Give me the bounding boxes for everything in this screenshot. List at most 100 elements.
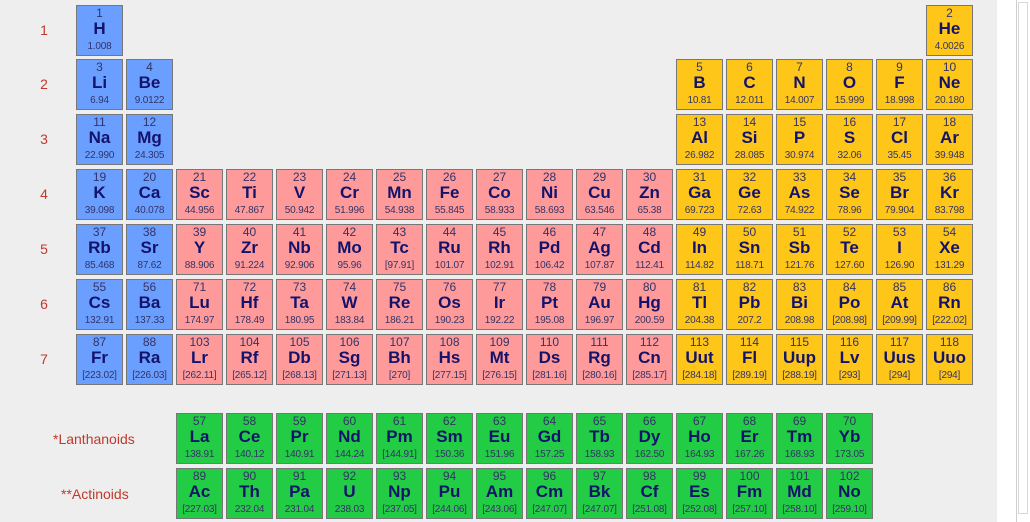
element-cell-ra[interactable]: 88 Ra [226.03] bbox=[126, 334, 173, 385]
element-cell-uut[interactable]: 113 Uut [284.18] bbox=[676, 334, 723, 385]
element-cell-u[interactable]: 92 U 238.03 bbox=[326, 468, 373, 519]
element-cell-f[interactable]: 9 F 18.998 bbox=[876, 59, 923, 110]
element-cell-bh[interactable]: 107 Bh [270] bbox=[376, 334, 423, 385]
element-cell-gd[interactable]: 64 Gd 157.25 bbox=[526, 413, 573, 464]
element-cell-cu[interactable]: 29 Cu 63.546 bbox=[576, 169, 623, 220]
element-cell-bi[interactable]: 83 Bi 208.98 bbox=[776, 279, 823, 330]
element-cell-lr[interactable]: 103 Lr [262.11] bbox=[176, 334, 223, 385]
element-cell-co[interactable]: 27 Co 58.933 bbox=[476, 169, 523, 220]
element-cell-ho[interactable]: 67 Ho 164.93 bbox=[676, 413, 723, 464]
element-cell-lu[interactable]: 71 Lu 174.97 bbox=[176, 279, 223, 330]
element-cell-br[interactable]: 35 Br 79.904 bbox=[876, 169, 923, 220]
element-cell-bk[interactable]: 97 Bk [247.07] bbox=[576, 468, 623, 519]
element-cell-as[interactable]: 33 As 74.922 bbox=[776, 169, 823, 220]
element-cell-cr[interactable]: 24 Cr 51.996 bbox=[326, 169, 373, 220]
element-cell-pu[interactable]: 94 Pu [244.06] bbox=[426, 468, 473, 519]
element-cell-cl[interactable]: 17 Cl 35.45 bbox=[876, 114, 923, 165]
element-cell-ga[interactable]: 31 Ga 69.723 bbox=[676, 169, 723, 220]
element-cell-hf[interactable]: 72 Hf 178.49 bbox=[226, 279, 273, 330]
element-cell-ni[interactable]: 28 Ni 58.693 bbox=[526, 169, 573, 220]
element-cell-pt[interactable]: 78 Pt 195.08 bbox=[526, 279, 573, 330]
element-cell-y[interactable]: 39 Y 88.906 bbox=[176, 224, 223, 275]
element-cell-fm[interactable]: 100 Fm [257.10] bbox=[726, 468, 773, 519]
element-cell-lv[interactable]: 116 Lv [293] bbox=[826, 334, 873, 385]
element-cell-os[interactable]: 76 Os 190.23 bbox=[426, 279, 473, 330]
element-cell-tb[interactable]: 65 Tb 158.93 bbox=[576, 413, 623, 464]
element-cell-ag[interactable]: 47 Ag 107.87 bbox=[576, 224, 623, 275]
element-cell-xe[interactable]: 54 Xe 131.29 bbox=[926, 224, 973, 275]
element-cell-ne[interactable]: 10 Ne 20.180 bbox=[926, 59, 973, 110]
element-cell-cn[interactable]: 112 Cn [285.17] bbox=[626, 334, 673, 385]
element-cell-pa[interactable]: 91 Pa 231.04 bbox=[276, 468, 323, 519]
element-cell-es[interactable]: 99 Es [252.08] bbox=[676, 468, 723, 519]
element-cell-er[interactable]: 68 Er 167.26 bbox=[726, 413, 773, 464]
element-cell-uus[interactable]: 117 Uus [294] bbox=[876, 334, 923, 385]
element-cell-tl[interactable]: 81 Tl 204.38 bbox=[676, 279, 723, 330]
element-cell-fr[interactable]: 87 Fr [223.02] bbox=[76, 334, 123, 385]
element-cell-cm[interactable]: 96 Cm [247.07] bbox=[526, 468, 573, 519]
element-cell-uuo[interactable]: 118 Uuo [294] bbox=[926, 334, 973, 385]
element-cell-sb[interactable]: 51 Sb 121.76 bbox=[776, 224, 823, 275]
element-cell-am[interactable]: 95 Am [243.06] bbox=[476, 468, 523, 519]
element-cell-ir[interactable]: 77 Ir 192.22 bbox=[476, 279, 523, 330]
element-cell-fe[interactable]: 26 Fe 55.845 bbox=[426, 169, 473, 220]
element-cell-n[interactable]: 7 N 14.007 bbox=[776, 59, 823, 110]
element-cell-ti[interactable]: 22 Ti 47.867 bbox=[226, 169, 273, 220]
element-cell-pr[interactable]: 59 Pr 140.91 bbox=[276, 413, 323, 464]
element-cell-tc[interactable]: 43 Tc [97.91] bbox=[376, 224, 423, 275]
element-cell-yb[interactable]: 70 Yb 173.05 bbox=[826, 413, 873, 464]
element-cell-rf[interactable]: 104 Rf [265.12] bbox=[226, 334, 273, 385]
element-cell-ge[interactable]: 32 Ge 72.63 bbox=[726, 169, 773, 220]
element-cell-pd[interactable]: 46 Pd 106.42 bbox=[526, 224, 573, 275]
element-cell-db[interactable]: 105 Db [268.13] bbox=[276, 334, 323, 385]
element-cell-k[interactable]: 19 K 39.098 bbox=[76, 169, 123, 220]
element-cell-ta[interactable]: 73 Ta 180.95 bbox=[276, 279, 323, 330]
element-cell-eu[interactable]: 63 Eu 151.96 bbox=[476, 413, 523, 464]
element-cell-i[interactable]: 53 I 126.90 bbox=[876, 224, 923, 275]
element-cell-ce[interactable]: 58 Ce 140.12 bbox=[226, 413, 273, 464]
element-cell-mt[interactable]: 109 Mt [276.15] bbox=[476, 334, 523, 385]
element-cell-ds[interactable]: 110 Ds [281.16] bbox=[526, 334, 573, 385]
element-cell-b[interactable]: 5 B 10.81 bbox=[676, 59, 723, 110]
element-cell-h[interactable]: 1 H 1.008 bbox=[76, 5, 123, 56]
element-cell-ar[interactable]: 18 Ar 39.948 bbox=[926, 114, 973, 165]
element-cell-dy[interactable]: 66 Dy 162.50 bbox=[626, 413, 673, 464]
element-cell-he[interactable]: 2 He 4.0026 bbox=[926, 5, 973, 56]
element-cell-la[interactable]: 57 La 138.91 bbox=[176, 413, 223, 464]
element-cell-v[interactable]: 23 V 50.942 bbox=[276, 169, 323, 220]
element-cell-c[interactable]: 6 C 12.011 bbox=[726, 59, 773, 110]
element-cell-w[interactable]: 74 W 183.84 bbox=[326, 279, 373, 330]
element-cell-sm[interactable]: 62 Sm 150.36 bbox=[426, 413, 473, 464]
element-cell-zn[interactable]: 30 Zn 65.38 bbox=[626, 169, 673, 220]
element-cell-pm[interactable]: 61 Pm [144.91] bbox=[376, 413, 423, 464]
element-cell-pb[interactable]: 82 Pb 207.2 bbox=[726, 279, 773, 330]
element-cell-th[interactable]: 90 Th 232.04 bbox=[226, 468, 273, 519]
element-cell-tm[interactable]: 69 Tm 168.93 bbox=[776, 413, 823, 464]
element-cell-nb[interactable]: 41 Nb 92.906 bbox=[276, 224, 323, 275]
element-cell-po[interactable]: 84 Po [208.98] bbox=[826, 279, 873, 330]
element-cell-in[interactable]: 49 In 114.82 bbox=[676, 224, 723, 275]
element-cell-cf[interactable]: 98 Cf [251.08] bbox=[626, 468, 673, 519]
element-cell-hs[interactable]: 108 Hs [277.15] bbox=[426, 334, 473, 385]
element-cell-kr[interactable]: 36 Kr 83.798 bbox=[926, 169, 973, 220]
element-cell-p[interactable]: 15 P 30.974 bbox=[776, 114, 823, 165]
element-cell-uup[interactable]: 115 Uup [288.19] bbox=[776, 334, 823, 385]
element-cell-o[interactable]: 8 O 15.999 bbox=[826, 59, 873, 110]
element-cell-rg[interactable]: 111 Rg [280.16] bbox=[576, 334, 623, 385]
element-cell-sc[interactable]: 21 Sc 44.956 bbox=[176, 169, 223, 220]
element-cell-ac[interactable]: 89 Ac [227.03] bbox=[176, 468, 223, 519]
element-cell-si[interactable]: 14 Si 28.085 bbox=[726, 114, 773, 165]
element-cell-li[interactable]: 3 Li 6.94 bbox=[76, 59, 123, 110]
element-cell-sg[interactable]: 106 Sg [271.13] bbox=[326, 334, 373, 385]
element-cell-se[interactable]: 34 Se 78.96 bbox=[826, 169, 873, 220]
element-cell-sn[interactable]: 50 Sn 118.71 bbox=[726, 224, 773, 275]
element-cell-s[interactable]: 16 S 32.06 bbox=[826, 114, 873, 165]
element-cell-no[interactable]: 102 No [259.10] bbox=[826, 468, 873, 519]
element-cell-cd[interactable]: 48 Cd 112.41 bbox=[626, 224, 673, 275]
element-cell-zr[interactable]: 40 Zr 91.224 bbox=[226, 224, 273, 275]
element-cell-te[interactable]: 52 Te 127.60 bbox=[826, 224, 873, 275]
element-cell-at[interactable]: 85 At [209.99] bbox=[876, 279, 923, 330]
scrollbar-thumb[interactable] bbox=[1018, 2, 1028, 514]
element-cell-al[interactable]: 13 Al 26.982 bbox=[676, 114, 723, 165]
element-cell-md[interactable]: 101 Md [258.10] bbox=[776, 468, 823, 519]
